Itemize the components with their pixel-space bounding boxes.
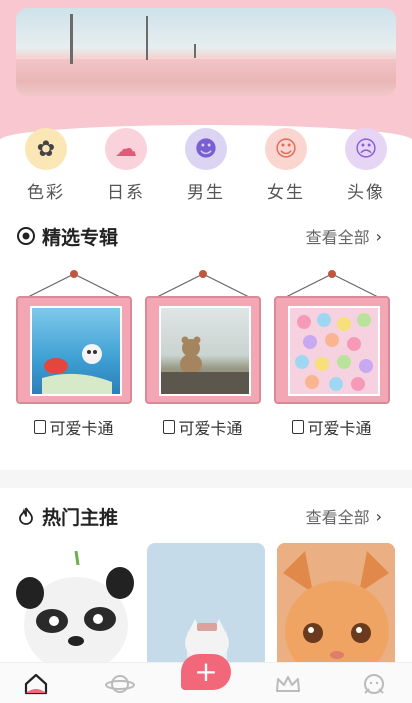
tag-icon [163, 420, 176, 434]
girl-face-icon: ☺ [265, 128, 307, 170]
album-label-text: 可爱卡通 [178, 419, 243, 438]
hot-title: 热门主推 [42, 506, 119, 529]
category-girls[interactable]: ☺ 女生 [256, 128, 316, 203]
planet-icon [105, 675, 135, 693]
featured-header: 精选专辑 查看全部 › [16, 222, 382, 250]
avatar-icon: ☹ [345, 128, 387, 170]
tag-icon [292, 420, 305, 434]
profile-face-icon [364, 674, 384, 694]
album-card[interactable]: 可爱卡通 [145, 268, 261, 438]
category-boys[interactable]: ☻ 男生 [176, 128, 236, 203]
page: ✿ 色彩 ☁ 日系 ☻ 男生 ☺ 女生 ☹ 头像 精选专辑 查看全部 › 可爱卡… [0, 0, 412, 703]
banner-pole [146, 16, 148, 60]
hot-card-kitten-bottle[interactable] [147, 543, 265, 668]
album-label: 可爱卡通 [16, 415, 132, 439]
tag-icon [34, 420, 47, 434]
hot-header: 热门主推 查看全部 › [16, 502, 382, 530]
banner-pole [70, 14, 73, 64]
banner-pole [194, 44, 196, 58]
candy-illustration [295, 313, 373, 391]
album-frame [145, 296, 261, 404]
album-card[interactable]: 可爱卡通 [16, 268, 132, 438]
category-color[interactable]: ✿ 色彩 [16, 128, 76, 203]
category-label: 日系 [107, 183, 145, 203]
album-label: 可爱卡通 [274, 415, 390, 439]
nav-home[interactable] [16, 669, 56, 699]
hot-see-all-link[interactable]: 查看全部 › [306, 504, 382, 528]
chevron-right-icon: › [375, 226, 382, 246]
banner-field [16, 59, 396, 96]
album-label: 可爱卡通 [145, 415, 261, 439]
cartoon-sea-illustration [42, 344, 112, 394]
album-card[interactable]: 可爱卡通 [274, 268, 390, 438]
nav-vip[interactable] [268, 669, 308, 699]
bottom-nav: + [0, 654, 412, 703]
crown-icon [276, 676, 300, 692]
album-label-text: 可爱卡通 [307, 419, 372, 438]
featured-see-all-link[interactable]: 查看全部 › [306, 224, 382, 248]
featured-section: 精选专辑 查看全部 › 可爱卡通 可爱卡通 可爱卡通 [0, 208, 412, 470]
chevron-right-icon: › [375, 506, 382, 526]
hot-section: 热门主推 查看全部 › [0, 488, 412, 668]
category-row: ✿ 色彩 ☁ 日系 ☻ 男生 ☺ 女生 ☹ 头像 [0, 128, 412, 206]
category-avatar[interactable]: ☹ 头像 [336, 128, 396, 203]
flame-icon [19, 507, 33, 525]
see-all-label: 查看全部 [305, 228, 370, 247]
teddy-bear-illustration [161, 336, 249, 394]
album-label-text: 可爱卡通 [49, 419, 114, 438]
nav-profile[interactable] [354, 669, 394, 699]
hot-card-panda[interactable] [16, 543, 134, 668]
category-label: 男生 [187, 183, 225, 203]
plus-icon: + [194, 655, 218, 688]
banner-image[interactable] [16, 8, 396, 96]
featured-title-wrap: 精选专辑 [16, 223, 118, 250]
category-japanese[interactable]: ☁ 日系 [96, 128, 156, 203]
orange-kitten-image [277, 543, 395, 668]
nav-discover[interactable] [100, 669, 140, 699]
album-cover-image [288, 306, 380, 396]
rabbit-icon: ☁ [105, 128, 147, 170]
album-cover-image [30, 306, 122, 396]
category-label: 色彩 [27, 183, 65, 203]
album-cover-image [159, 306, 251, 396]
category-label: 女生 [267, 183, 305, 203]
album-frame [16, 296, 132, 404]
album-frame [274, 296, 390, 404]
see-all-label: 查看全部 [305, 508, 370, 527]
hot-card-orange-kitten[interactable] [277, 543, 395, 668]
eye-icon [17, 227, 35, 245]
category-label: 头像 [347, 183, 385, 203]
add-button[interactable]: + [181, 654, 231, 690]
banner-tail [54, 96, 72, 108]
boy-face-icon: ☻ [185, 128, 227, 170]
home-icon [24, 673, 48, 695]
flower-icon: ✿ [25, 128, 67, 170]
featured-title: 精选专辑 [42, 226, 119, 249]
hot-title-wrap: 热门主推 [16, 503, 118, 530]
panda-image [16, 550, 134, 668]
kitten-bottle-image [185, 619, 229, 668]
